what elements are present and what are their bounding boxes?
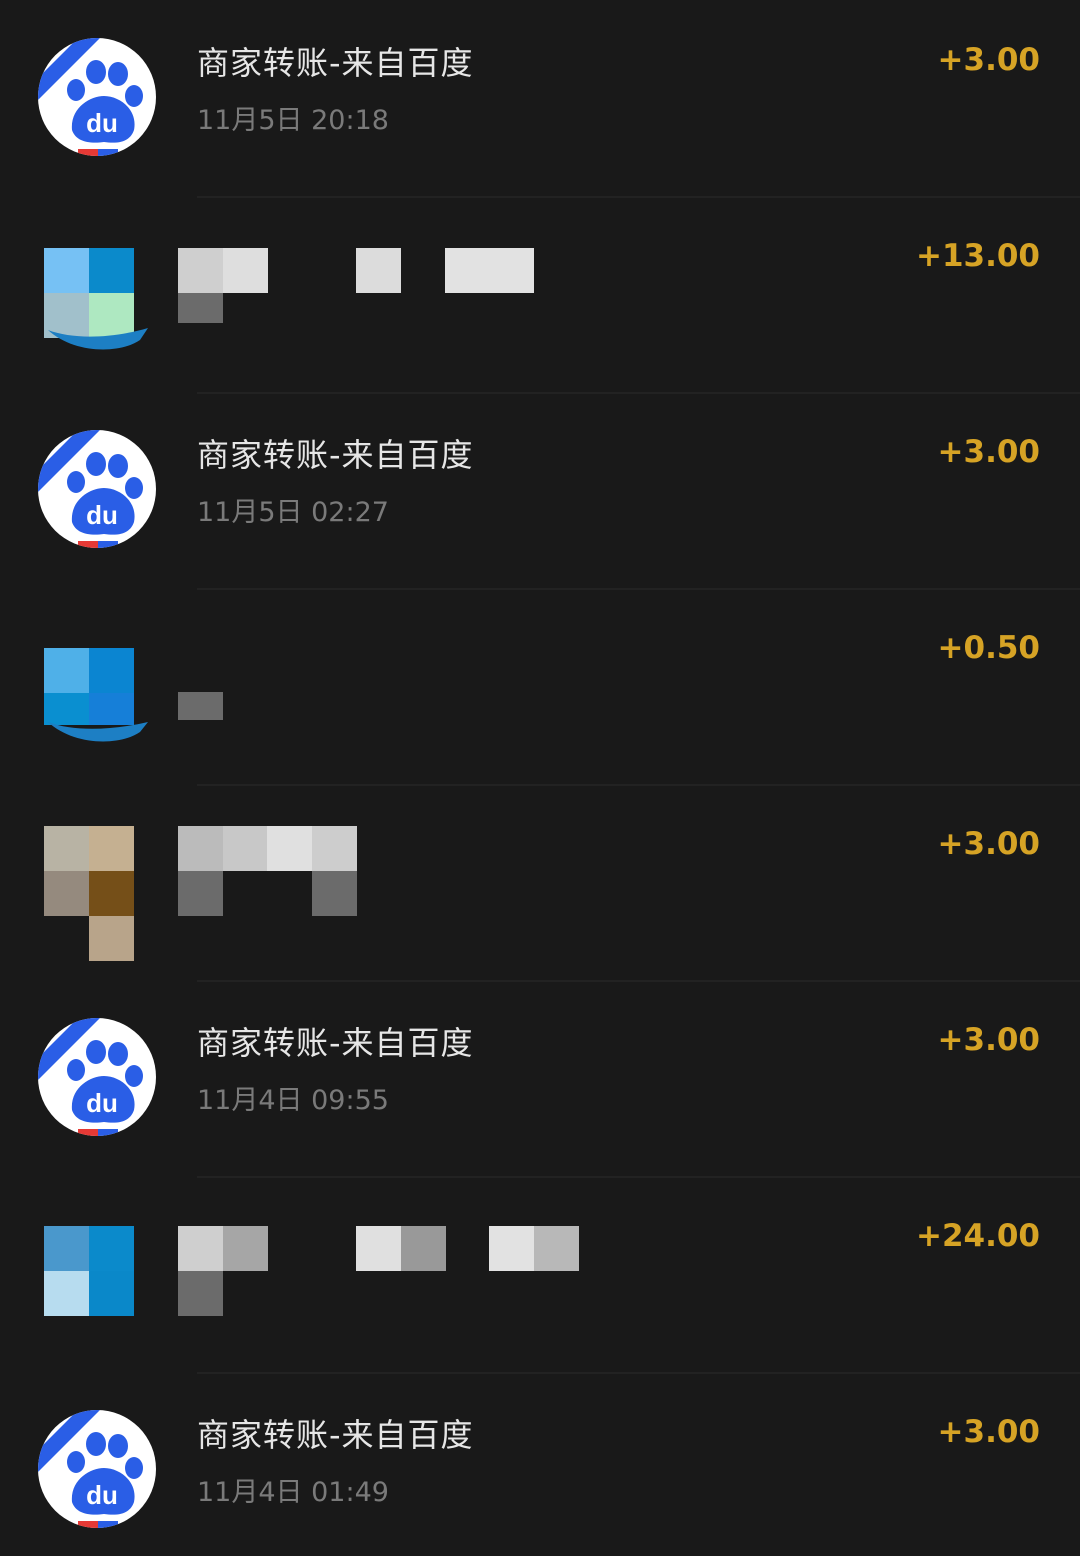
- transaction-amount: +3.00: [937, 1022, 1040, 1058]
- transaction-row[interactable]: du 商家转账-来自百度 11月5日 20:18 +3.00: [0, 0, 1080, 196]
- transaction-row[interactable]: +13.00: [0, 196, 1080, 392]
- transaction-time: 11月5日 02:27: [197, 497, 389, 528]
- svg-text:du: du: [86, 108, 118, 138]
- divider: [197, 784, 1080, 786]
- svg-text:du: du: [86, 1480, 118, 1510]
- transaction-row[interactable]: +0.50: [0, 588, 1080, 784]
- transaction-title: 商家转账-来自百度: [197, 1416, 474, 1454]
- svg-text:du: du: [86, 500, 118, 530]
- divider: [197, 1176, 1080, 1178]
- transaction-amount: +13.00: [915, 238, 1040, 274]
- transaction-title: 商家转账-来自百度: [197, 436, 474, 474]
- transaction-row[interactable]: du 商家转账-来自百度 11月4日 09:55 +3.00: [0, 980, 1080, 1176]
- transaction-time: 11月5日 20:18: [197, 105, 389, 136]
- transaction-title: 商家转账-来自百度: [197, 44, 474, 82]
- transaction-title: 商家转账-来自百度: [197, 1024, 474, 1062]
- transaction-amount: +3.00: [937, 1414, 1040, 1450]
- divider: [197, 196, 1080, 198]
- transaction-row[interactable]: +3.00: [0, 784, 1080, 980]
- transaction-amount: +3.00: [937, 434, 1040, 470]
- transaction-row[interactable]: du 商家转账-来自百度 11月4日 01:49 +3.00: [0, 1372, 1080, 1556]
- transaction-time: 11月4日 01:49: [197, 1477, 389, 1508]
- divider: [197, 1372, 1080, 1374]
- divider: [197, 588, 1080, 590]
- transaction-amount: +3.00: [937, 42, 1040, 78]
- transaction-amount: +0.50: [937, 630, 1040, 666]
- transaction-amount: +24.00: [915, 1218, 1040, 1254]
- transaction-row[interactable]: du 商家转账-来自百度 11月5日 02:27 +3.00: [0, 392, 1080, 588]
- baidu-icon: du: [38, 38, 158, 158]
- divider: [197, 392, 1080, 394]
- divider: [197, 980, 1080, 982]
- svg-text:du: du: [86, 1088, 118, 1118]
- baidu-icon: du: [38, 430, 158, 550]
- transaction-row[interactable]: +24.00: [0, 1176, 1080, 1372]
- transaction-amount: +3.00: [937, 826, 1040, 862]
- baidu-icon: du: [38, 1410, 158, 1530]
- transaction-list: du 商家转账-来自百度 11月5日 20:18 +3.00 +13.00 du…: [0, 0, 1080, 1556]
- transaction-time: 11月4日 09:55: [197, 1085, 389, 1116]
- baidu-icon: du: [38, 1018, 158, 1138]
